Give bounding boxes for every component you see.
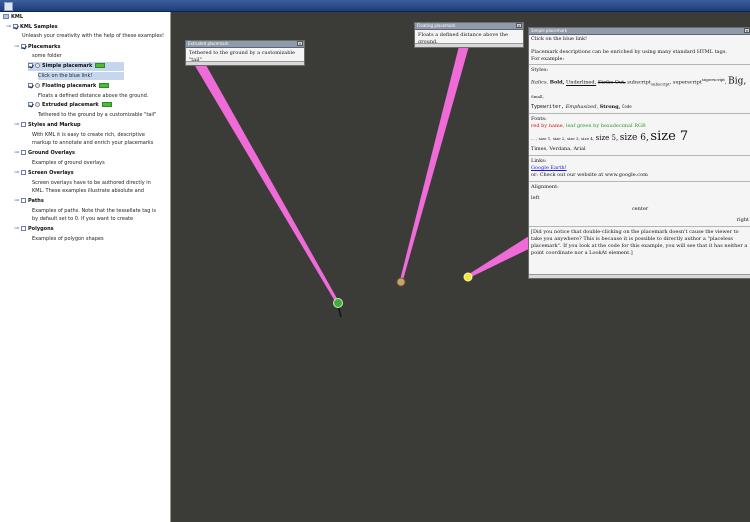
scrollbar[interactable]	[186, 61, 304, 65]
footer-note: [Did you notice that double-clicking on …	[529, 225, 750, 259]
checkbox-icon[interactable]	[28, 102, 33, 107]
tree-item-placemarks[interactable]: ⊸ Placemarks	[14, 43, 60, 52]
links-section: Links: Google Earth! or: Check out our w…	[529, 154, 750, 181]
floating-pin-icon[interactable]	[396, 277, 406, 287]
tree-desc-paths-1: Examples of paths. Note that the tessell…	[32, 208, 156, 214]
tree-root[interactable]: KML	[3, 13, 23, 22]
expand-toggle-icon[interactable]: ⊸	[14, 170, 19, 176]
checkbox-icon[interactable]	[28, 83, 33, 88]
tree-desc-floating: Floats a defined distance above the grou…	[38, 93, 149, 99]
simple-balloon: Simple placemark × Click on the blue link…	[528, 27, 750, 279]
placemark-icon	[35, 83, 40, 88]
tree-desc-ground: Examples of ground overlays	[32, 160, 105, 166]
tree-desc-some-folder: some folder	[32, 53, 62, 59]
floating-tether	[400, 46, 469, 280]
close-icon[interactable]: ×	[516, 23, 522, 28]
simple-line2: Placemark descriptions can be enriched b…	[531, 49, 727, 55]
checkbox-icon[interactable]	[28, 63, 33, 68]
tree-item-ground-overlays[interactable]: ⊸ Ground Overlays	[14, 149, 75, 158]
expand-toggle-icon[interactable]: ⊸	[14, 226, 19, 232]
fonts-section: Fonts: red by name, leaf green by hexade…	[529, 112, 750, 155]
placemark-icon	[35, 63, 40, 68]
tree-item-styles-markup[interactable]: ⊸ Styles and Markup	[14, 121, 81, 130]
window-title-bar	[0, 0, 750, 12]
tree-desc-paths-2: by default set to 0. If you want to crea…	[32, 216, 134, 222]
tree-desc-samples: Unleash your creativity with the help of…	[22, 33, 164, 39]
expand-toggle-icon[interactable]: ⊸	[14, 150, 19, 156]
tree-item-floating-placemark[interactable]: Floating placemark	[28, 82, 110, 91]
extruded-balloon: Extruded placemark × Tethered to the grou…	[185, 40, 305, 66]
close-icon[interactable]: ×	[744, 28, 750, 33]
tree-desc-styles-2: markup to annotate and enrich your place…	[32, 140, 154, 146]
layer-tree-panel: KML ⊸ KML Samples Unleash your creativity…	[0, 12, 171, 522]
tree-item-paths[interactable]: ⊸ Paths	[14, 197, 44, 206]
extruded-tether	[185, 49, 339, 303]
scrollbar[interactable]	[529, 274, 750, 278]
simple-line3: For example:	[531, 56, 565, 62]
floating-balloon: Floating placemark × Floats a defined dis…	[414, 22, 524, 48]
tree-item-kml-samples[interactable]: ⊸ KML Samples	[6, 23, 58, 32]
tree-item-extruded-placemark[interactable]: Extruded placemark	[28, 101, 112, 110]
close-icon[interactable]: ×	[297, 41, 303, 46]
map-view[interactable]: Extruded placemark × Tethered to the grou…	[171, 12, 750, 522]
expand-toggle-icon[interactable]: ⊸	[14, 122, 19, 128]
checkbox-icon[interactable]	[21, 226, 26, 231]
extruded-pin-icon[interactable]	[333, 298, 343, 308]
checkbox-icon[interactable]	[21, 198, 26, 203]
expand-toggle-icon[interactable]: ⊸	[14, 44, 19, 50]
tree-item-simple-placemark[interactable]: Simple placemark	[28, 62, 124, 71]
tree-desc-screen-2: KML. These examples illustrate absolute …	[32, 188, 144, 194]
checkbox-icon[interactable]	[21, 170, 26, 175]
google-earth-link[interactable]: Google Earth!	[531, 165, 749, 172]
simple-line1: Click on the blue link!	[531, 36, 588, 42]
styles-section: Styles: Italics, Bold, Underlined, Strik…	[529, 64, 750, 113]
tree-desc-extruded: Tethered to the ground by a customizable…	[38, 112, 157, 118]
folder-icon	[3, 14, 9, 19]
fly-to-button[interactable]	[95, 63, 106, 68]
expand-toggle-icon[interactable]: ⊸	[14, 198, 19, 204]
fly-to-button[interactable]	[101, 102, 112, 107]
checkbox-icon[interactable]	[21, 122, 26, 127]
tree-item-screen-overlays[interactable]: ⊸ Screen Overlays	[14, 169, 74, 178]
checkbox-icon[interactable]	[21, 150, 26, 155]
fly-to-button[interactable]	[99, 83, 110, 88]
tree-desc-polygons: Examples of polygon shapes	[32, 236, 104, 242]
checkbox-icon[interactable]	[13, 24, 18, 29]
simple-pin-icon[interactable]	[463, 272, 473, 282]
app-icon	[4, 2, 13, 11]
tree-desc-styles-1: With KML it is easy to create rich, desc…	[32, 132, 145, 138]
alignment-section: Alignment: left center right	[529, 180, 750, 226]
tree-item-polygons[interactable]: ⊸ Polygons	[14, 225, 54, 234]
checkbox-icon[interactable]	[21, 44, 26, 49]
tree-desc-simple: Click on the blue link!	[38, 72, 124, 80]
expand-toggle-icon[interactable]: ⊸	[6, 24, 11, 30]
tree-desc-screen-1: Screen overlays have to be authored dire…	[32, 180, 151, 186]
scrollbar[interactable]	[415, 43, 523, 47]
placemark-icon	[35, 102, 40, 107]
